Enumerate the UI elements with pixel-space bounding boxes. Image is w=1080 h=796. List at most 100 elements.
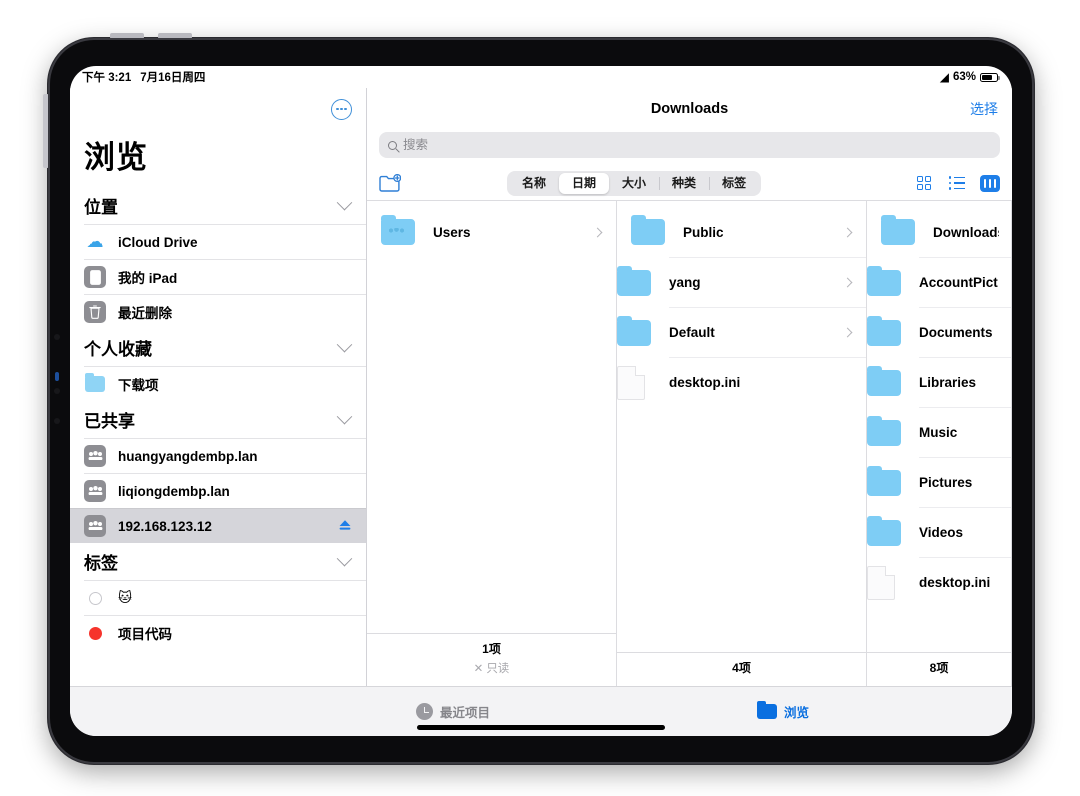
navigation-bar: Downloads 选择 xyxy=(367,88,1012,130)
sidebar-item-tag-cat[interactable]: 🐱 xyxy=(84,580,366,615)
sidebar-item-label: liqiongdembp.lan xyxy=(118,483,230,499)
downloads-folder-icon xyxy=(84,373,106,395)
sidebar-item-liqiongdembp[interactable]: liqiongdembp.lan xyxy=(84,473,366,508)
chevron-down-icon[interactable] xyxy=(336,336,353,353)
app-body: 浏览 位置 ☁ iCloud Drive 我的 iPad 最近删除 个人收藏 下… xyxy=(70,88,1012,686)
list-item[interactable]: Music xyxy=(867,407,1011,457)
sidebar-item-huangyangdembp[interactable]: huangyangdembp.lan xyxy=(84,438,366,473)
folder-icon xyxy=(867,365,906,396)
sort-option-name[interactable]: 名称 xyxy=(509,173,559,194)
file-icon xyxy=(867,565,906,600)
list-item[interactable]: yang xyxy=(617,257,866,307)
item-label: Downloads xyxy=(933,224,999,240)
item-label: Public xyxy=(683,224,724,240)
sidebar-item-label: 项目代码 xyxy=(118,627,172,642)
section-label: 标签 xyxy=(84,554,118,573)
server-icon xyxy=(84,515,106,537)
sidebar-item-icloud-drive[interactable]: ☁ iCloud Drive xyxy=(84,224,366,259)
column-1-list: Users xyxy=(367,201,616,633)
file-icon xyxy=(617,365,656,400)
sort-option-size[interactable]: 大小 xyxy=(609,173,659,194)
chevron-down-icon[interactable] xyxy=(336,194,353,211)
status-time: 下午 3:21 xyxy=(82,72,132,84)
ipad-screen: 下午 3:21 7月16日周四 ◢ 63% 浏览 位置 ☁ iCloud Dri… xyxy=(70,66,1012,736)
column-2-list: Public yang Default desktop.ini xyxy=(617,201,866,652)
list-item[interactable]: desktop.ini xyxy=(867,557,1011,607)
chevron-down-icon[interactable] xyxy=(336,408,353,425)
folder-icon xyxy=(867,265,906,296)
list-item[interactable]: Libraries xyxy=(867,357,1011,407)
list-item[interactable]: Default xyxy=(617,307,866,357)
frame-dot xyxy=(54,334,60,340)
tab-browse[interactable]: 浏览 xyxy=(757,701,810,721)
sidebar-top-bar xyxy=(70,88,366,130)
column-3: Downloads AccountPict Documents Librarie… xyxy=(867,201,1012,686)
list-item[interactable]: desktop.ini xyxy=(617,357,866,407)
search-icon xyxy=(388,140,397,150)
list-view-icon[interactable] xyxy=(947,174,967,192)
sidebar-item-label: 最近删除 xyxy=(118,306,172,321)
column-2: Public yang Default desktop.ini 4项 xyxy=(617,201,867,686)
search-bar-wrapper xyxy=(367,130,1012,166)
sort-option-date[interactable]: 日期 xyxy=(559,172,610,194)
tab-label: 浏览 xyxy=(784,706,810,720)
list-item[interactable]: Pictures xyxy=(867,457,1011,507)
folder-icon xyxy=(617,315,656,346)
sidebar-item-recently-deleted[interactable]: 最近删除 xyxy=(84,294,366,329)
no-write-icon: ✕ xyxy=(473,663,484,675)
item-label: yang xyxy=(669,275,701,290)
list-item[interactable]: Public xyxy=(617,207,866,257)
list-item[interactable]: AccountPict xyxy=(867,257,1011,307)
new-folder-icon[interactable] xyxy=(379,173,402,192)
power-button[interactable] xyxy=(43,94,49,168)
eject-icon[interactable] xyxy=(338,518,352,534)
grid-view-icon[interactable] xyxy=(914,174,934,192)
volume-down-button[interactable] xyxy=(158,33,192,39)
search-input[interactable] xyxy=(403,138,991,152)
item-label: Pictures xyxy=(919,475,973,490)
sidebar-item-my-ipad[interactable]: 我的 iPad xyxy=(84,259,366,294)
item-count: 4项 xyxy=(732,661,751,675)
list-item[interactable]: Videos xyxy=(867,507,1011,557)
frame-dot xyxy=(54,388,60,394)
sort-option-kind[interactable]: 种类 xyxy=(659,173,709,194)
list-item[interactable]: Users xyxy=(367,207,616,257)
tab-recents[interactable]: 最近项目 xyxy=(416,702,490,721)
sidebar-section-favorites[interactable]: 个人收藏 xyxy=(70,329,366,366)
column-3-list: Downloads AccountPict Documents Librarie… xyxy=(867,201,1011,652)
tag-dot-none-icon xyxy=(84,587,106,609)
column-browser: Users 1项 ✕ 只读 Public yang Default deskto… xyxy=(367,200,1012,686)
server-icon xyxy=(84,445,106,467)
list-item[interactable]: Documents xyxy=(867,307,1011,357)
sidebar-item-tag-project-code[interactable]: 项目代码 xyxy=(84,615,366,650)
column-view-icon[interactable] xyxy=(979,174,1000,192)
chevron-right-icon xyxy=(592,227,603,237)
sidebar-item-label: 🐱 xyxy=(118,590,133,605)
chevron-down-icon[interactable] xyxy=(336,550,353,567)
volume-up-button[interactable] xyxy=(110,33,144,39)
search-field[interactable] xyxy=(379,132,1000,158)
sidebar-section-shared[interactable]: 已共享 xyxy=(70,401,366,438)
folder-icon xyxy=(867,415,906,446)
sidebar: 浏览 位置 ☁ iCloud Drive 我的 iPad 最近删除 个人收藏 下… xyxy=(70,88,367,686)
item-label: AccountPict xyxy=(919,275,998,290)
column-1-footer: 1项 ✕ 只读 xyxy=(367,633,616,686)
list-item[interactable]: Downloads xyxy=(867,207,1011,257)
tag-dot-red-icon xyxy=(84,622,106,644)
page-title: 浏览 xyxy=(84,140,148,175)
shared-folder-icon xyxy=(381,215,420,245)
item-label: Libraries xyxy=(919,375,977,390)
status-date: 7月16日周四 xyxy=(140,72,206,84)
select-button[interactable]: 选择 xyxy=(970,99,998,119)
sort-option-tags[interactable]: 标签 xyxy=(709,173,759,194)
sidebar-section-tags[interactable]: 标签 xyxy=(70,543,366,580)
folder-icon xyxy=(631,215,670,245)
sidebar-item-downloads[interactable]: 下载项 xyxy=(84,366,366,401)
ellipsis-circle-icon[interactable] xyxy=(331,98,352,120)
sidebar-item-label: 我的 iPad xyxy=(118,271,178,286)
sidebar-section-locations[interactable]: 位置 xyxy=(70,187,366,224)
sort-segmented-control[interactable]: 名称 日期 大小 种类 标签 xyxy=(507,170,762,196)
column-1: Users 1项 ✕ 只读 xyxy=(367,201,617,686)
home-indicator[interactable] xyxy=(417,725,665,730)
sidebar-item-192-168-123-12[interactable]: 192.168.123.12 xyxy=(70,508,366,543)
